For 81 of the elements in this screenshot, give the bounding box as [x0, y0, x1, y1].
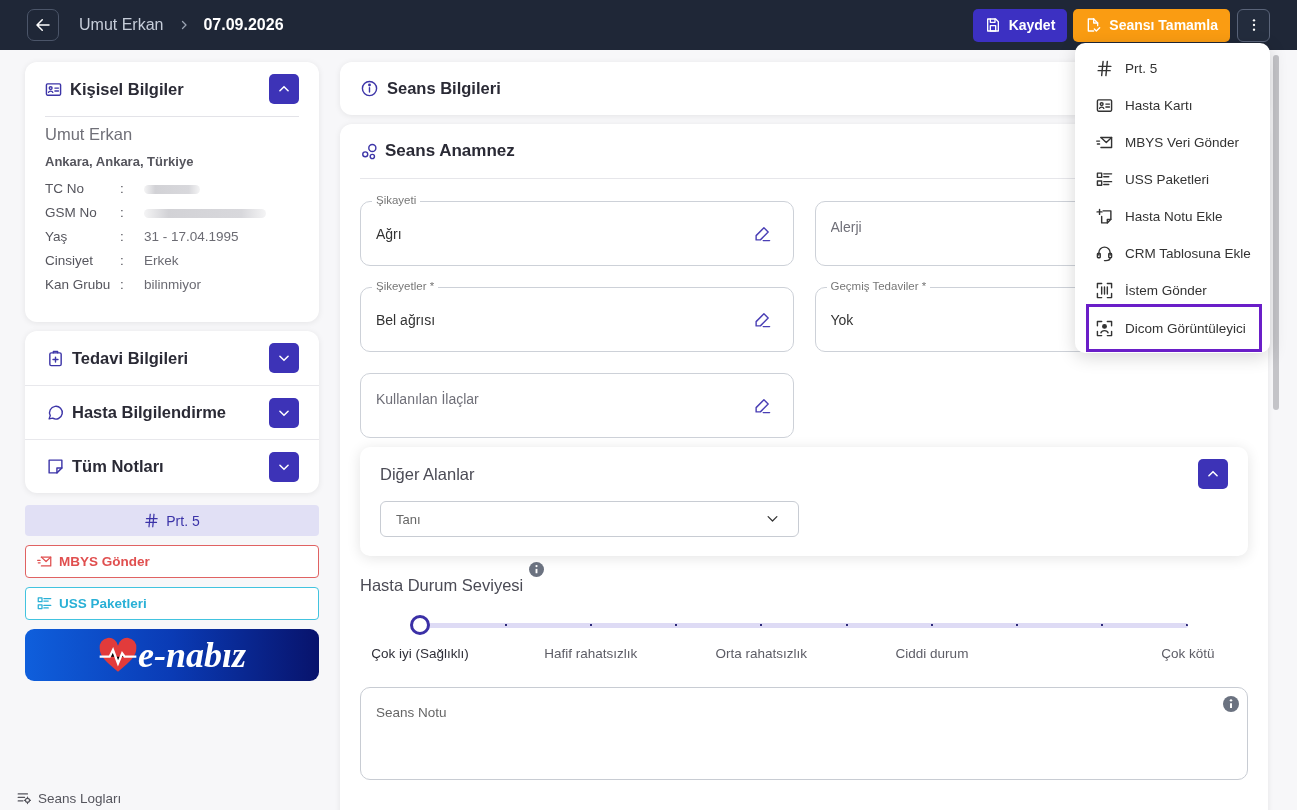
e-nabiz-banner[interactable]: e-nabız [25, 629, 319, 681]
info-value: Erkek [144, 252, 179, 270]
info-label: TC No [45, 180, 84, 198]
scale-label[interactable]: Hafif rahatsızlık [544, 646, 638, 662]
collapse-button[interactable] [1198, 459, 1228, 489]
section-title: Hasta Bilgilendirme [72, 403, 227, 422]
headset-icon [1096, 245, 1113, 262]
save-button[interactable]: Kaydet [972, 8, 1068, 42]
scan-icon [1096, 282, 1113, 299]
scale-label[interactable]: Çok kötü [1161, 646, 1215, 662]
document-check-icon [1085, 17, 1102, 33]
session-logs-link[interactable]: Seans Logları [17, 788, 122, 808]
section-title: Tüm Notları [72, 457, 164, 476]
info-separator: : [120, 204, 124, 222]
collapse-button[interactable] [269, 74, 299, 104]
list-gear-icon [17, 791, 31, 805]
info-separator: : [120, 180, 124, 198]
patient-address: Ankara, Ankara, Türkiye [45, 154, 195, 170]
info-value: bilinmiyor [144, 276, 201, 294]
speech-bubble-icon [47, 404, 64, 421]
scrollbar-thumb[interactable] [1273, 55, 1279, 410]
text-field[interactable]: Kullanılan İlaçlar [360, 373, 794, 438]
info-icon[interactable] [1223, 696, 1239, 712]
field-label: Şikayeti [372, 194, 421, 207]
menu-item[interactable]: USS Paketleri [1086, 161, 1262, 198]
info-label: GSM No [45, 204, 97, 222]
protocol-button[interactable]: Prt. 5 [25, 505, 319, 536]
menu-item[interactable]: Prt. 5 [1086, 50, 1262, 87]
info-label: Yaş [45, 228, 68, 246]
scan-person-icon [1096, 319, 1113, 337]
breadcrumb-link[interactable]: Umut Erkan [79, 16, 164, 34]
expand-button[interactable] [269, 451, 299, 482]
sticky-note-icon [47, 458, 64, 475]
clipboard-plus-icon [47, 349, 64, 367]
hash-icon [1096, 60, 1113, 77]
info-separator: : [120, 276, 124, 294]
dropdown[interactable]: Tanı [380, 501, 799, 537]
redacted-value [144, 184, 200, 194]
id-card-icon [45, 80, 62, 98]
expand-button[interactable] [269, 397, 299, 428]
session-note-field[interactable]: Seans Notu [360, 687, 1248, 780]
menu-item[interactable]: Dicom Görüntüleyici [1086, 304, 1262, 352]
list-icon [1096, 171, 1113, 188]
breadcrumb-current: 07.09.2026 [203, 16, 284, 34]
list-icon [37, 596, 52, 611]
menu-item[interactable]: Hasta Kartı [1086, 87, 1262, 124]
scale-label[interactable]: Ciddi durum [895, 646, 969, 662]
send-mbys-button[interactable]: MBYS Gönder [25, 545, 319, 578]
card-title: Diğer Alanlar [380, 464, 475, 484]
info-icon[interactable] [529, 562, 545, 577]
field-label: Şikeyetler * [372, 280, 439, 293]
pencil-icon[interactable] [753, 311, 771, 328]
slider-thumb[interactable] [410, 615, 430, 635]
info-value: 31 - 17.04.1995 [144, 228, 239, 246]
note-plus-icon [1096, 208, 1113, 225]
menu-item[interactable]: MBYS Veri Gönder [1086, 124, 1262, 161]
envelope-icon [37, 554, 52, 569]
pencil-icon[interactable] [753, 397, 771, 414]
back-button[interactable] [27, 9, 59, 41]
info-separator: : [120, 252, 124, 270]
card-title: Seans Anamnez [385, 141, 515, 161]
info-label: Cinsiyet [45, 252, 93, 270]
back-arrow-icon [34, 16, 52, 34]
section-title: Tedavi Bilgileri [72, 348, 189, 368]
card-title: Seans Bilgileri [387, 79, 501, 98]
severity-label: Hasta Durum Seviyesi [360, 575, 524, 595]
hash-icon [144, 513, 160, 528]
card-title: Kişisel Bilgiler [70, 79, 184, 99]
scale-label[interactable]: Çok iyi (Sağlıklı) [371, 646, 469, 662]
patient-name: Umut Erkan [45, 124, 134, 144]
envelope-icon [1096, 134, 1113, 151]
info-separator: : [120, 228, 124, 246]
info-icon [361, 80, 378, 97]
more-button[interactable] [1237, 8, 1270, 42]
field-label: Geçmiş Tedaviler * [826, 280, 931, 293]
id-card-icon [1096, 97, 1113, 114]
circles-icon [361, 142, 378, 160]
expand-button[interactable] [269, 343, 299, 373]
info-label: Kan Grubu [45, 276, 111, 294]
pencil-icon[interactable] [753, 225, 771, 242]
scale-label[interactable]: Orta rahatsızlık [715, 646, 808, 662]
